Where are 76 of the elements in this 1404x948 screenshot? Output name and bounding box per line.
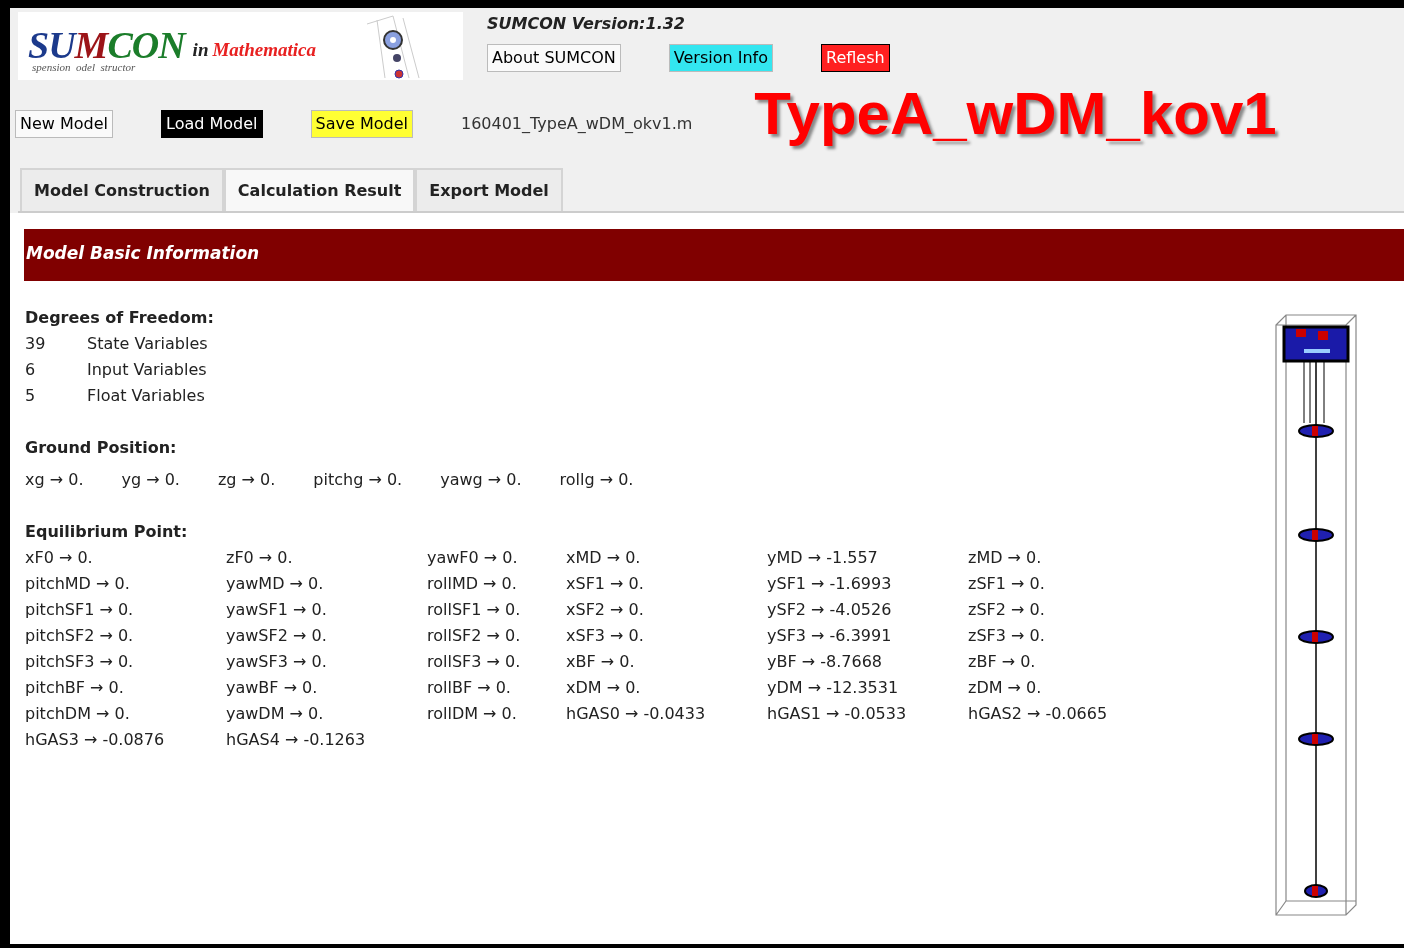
position-value: yawg → 0. [440,469,522,491]
equilibrium-value: hGAS0 → -0.0433 [566,703,707,725]
section-heading: Ground Position: [25,437,178,459]
equilibrium-value: yawSF1 → 0. [226,599,328,621]
equilibrium-value: zSF3 → 0. [968,625,1046,647]
version-label: SUMCON Version:1.32 [487,13,686,35]
tab[interactable]: Model Construction [20,168,224,211]
equilibrium-value: pitchSF3 → 0. [25,651,135,673]
equilibrium-value: yawBF → 0. [226,677,319,699]
equilibrium-value: zBF → 0. [968,651,1037,673]
equilibrium-value: zDM → 0. [968,677,1043,699]
toolbar-button[interactable]: Version Info [668,44,773,72]
equilibrium-value: pitchDM → 0. [25,703,131,725]
equilibrium-value: hGAS2 → -0.0665 [968,703,1109,725]
variable-label: Input Variables [87,359,207,381]
equilibrium-value: pitchSF1 → 0. [25,599,135,621]
equilibrium-value: yawSF3 → 0. [226,651,328,673]
equilibrium-value: xSF1 → 0. [566,573,645,595]
toolbar-button[interactable]: Save Model [310,110,413,138]
section-heading: Degrees of Freedom: [25,307,215,329]
tab[interactable]: Export Model [415,168,563,211]
equilibrium-value: xMD → 0. [566,547,642,569]
position-value: pitchg → 0. [313,469,403,491]
position-value: yg → 0. [121,469,180,491]
logo-text: in [192,37,209,62]
equilibrium-value: hGAS3 → -0.0876 [25,729,166,751]
variable-count: 5 [25,385,37,407]
equilibrium-value: zSF2 → 0. [968,599,1046,621]
logo-product: Mathematica [212,37,316,62]
variable-label: State Variables [87,333,208,355]
variable-label: Float Variables [87,385,205,407]
equilibrium-value: ySF2 → -4.0526 [767,599,893,621]
equilibrium-value: zSF1 → 0. [968,573,1046,595]
equilibrium-value: yawF0 → 0. [427,547,519,569]
equilibrium-value: pitchSF2 → 0. [25,625,135,647]
position-value: zg → 0. [217,469,276,491]
equilibrium-value: yawMD → 0. [226,573,325,595]
toolbar-button[interactable]: Load Model [161,110,263,138]
toolbar-button[interactable]: Reflesh [821,44,890,72]
equilibrium-value: hGAS4 → -0.1263 [226,729,367,751]
equilibrium-value: rollBF → 0. [427,677,512,699]
equilibrium-value: rollDM → 0. [427,703,518,725]
equilibrium-value: zF0 → 0. [226,547,294,569]
equilibrium-value: pitchMD → 0. [25,573,131,595]
section-heading: Equilibrium Point: [25,521,189,543]
equilibrium-value: yawSF2 → 0. [226,625,328,647]
equilibrium-value: rollSF2 → 0. [427,625,522,647]
toolbar-button[interactable]: New Model [15,110,114,138]
logo-subtitle: spension odel structor [31,62,137,73]
equilibrium-value: xSF3 → 0. [566,625,645,647]
equilibrium-value: ySF1 → -1.6993 [767,573,893,595]
equilibrium-value: yDM → -12.3531 [767,677,900,699]
section-banner: Model Basic Information [24,229,1404,281]
equilibrium-value: xSF2 → 0. [566,599,645,621]
equilibrium-value: yawDM → 0. [226,703,325,725]
variable-count: 6 [25,359,37,381]
equilibrium-value: ySF3 → -6.3991 [767,625,893,647]
equilibrium-value: yMD → -1.557 [767,547,879,569]
position-value: xg → 0. [25,469,84,491]
logo-title: SUMCON [28,26,185,64]
equilibrium-value: xDM → 0. [566,677,642,699]
toolbar-button[interactable]: About SUMCON [487,44,621,72]
equilibrium-value: zMD → 0. [968,547,1043,569]
model-title: TypeA_wDM_kov1 [754,84,1277,144]
equilibrium-value: yBF → -8.7668 [767,651,883,673]
variable-count: 39 [25,333,47,355]
equilibrium-value: xBF → 0. [566,651,636,673]
equilibrium-value: rollMD → 0. [427,573,518,595]
equilibrium-value: rollSF3 → 0. [427,651,522,673]
position-value: rollg → 0. [559,469,634,491]
file-name: 160401_TypeA_wDM_okv1.m [460,113,693,135]
equilibrium-value: pitchBF → 0. [25,677,125,699]
equilibrium-value: xF0 → 0. [25,547,94,569]
tab[interactable]: Calculation Result [223,168,416,211]
equilibrium-value: rollSF1 → 0. [427,599,522,621]
equilibrium-value: hGAS1 → -0.0533 [767,703,908,725]
